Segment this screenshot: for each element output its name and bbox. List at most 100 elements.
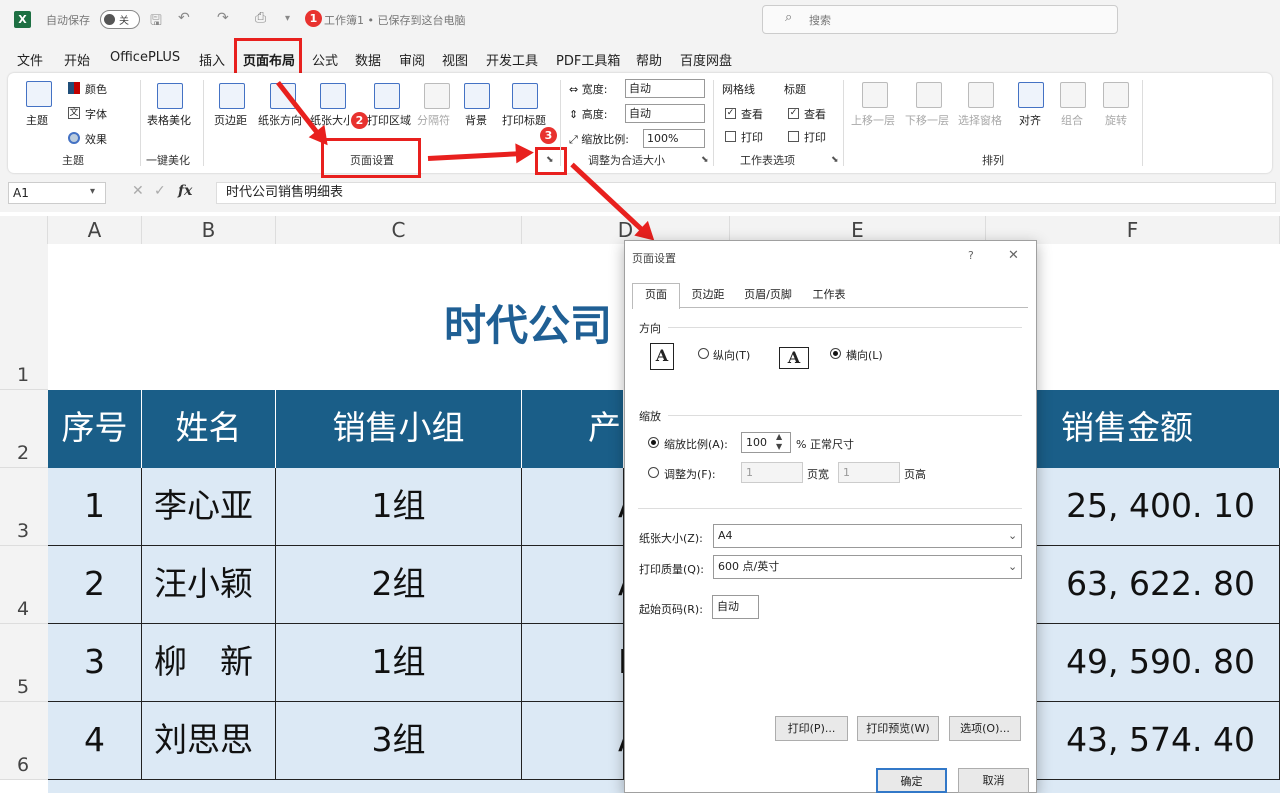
cell-group[interactable]: 1组 (276, 624, 522, 702)
group-button[interactable]: 组合 (1061, 112, 1083, 128)
file-name[interactable]: 工作簿1 • 已保存到这台电脑 (324, 12, 465, 28)
formula-input[interactable]: 时代公司销售明细表 (216, 182, 1276, 204)
customize-qat-icon[interactable]: ▾ (285, 13, 290, 24)
help-icon[interactable]: ? (968, 249, 974, 262)
background-button[interactable]: 背景 (465, 112, 487, 128)
undo-icon[interactable]: ↶ (178, 10, 190, 26)
fonts-button[interactable]: 字体 (85, 106, 107, 122)
gridlines-print-checkbox[interactable] (725, 131, 736, 142)
first-page-input[interactable]: 自动 (712, 595, 759, 619)
colors-button[interactable]: 颜色 (85, 81, 107, 97)
col-header-b[interactable]: B (142, 216, 276, 244)
quick-print-icon[interactable]: ⎙ (255, 10, 266, 26)
tab-file[interactable]: 文件 (17, 50, 43, 69)
header-cell-amount[interactable]: 销售金额 (1036, 390, 1280, 468)
dialog-tab-sheet[interactable]: 工作表 (804, 283, 854, 307)
cell-product[interactable]: A (522, 546, 624, 624)
print-preview-button[interactable]: 打印预览(W) (857, 716, 939, 741)
themes-button[interactable]: 主题 (26, 112, 48, 128)
cell-name[interactable]: 柳 新 (142, 624, 276, 702)
cancel-icon[interactable]: ✕ (132, 183, 144, 199)
header-cell-name[interactable]: 姓名 (142, 390, 276, 468)
cell-no[interactable]: 2 (48, 546, 142, 624)
tab-insert[interactable]: 插入 (199, 50, 225, 69)
tab-officeplus[interactable]: OfficePLUS (110, 50, 180, 65)
tab-review[interactable]: 审阅 (399, 50, 425, 69)
headings-print-checkbox[interactable] (788, 131, 799, 142)
dialog-tab-margins[interactable]: 页边距 (684, 283, 732, 307)
cell-product[interactable]: B (522, 624, 624, 702)
headings-view-checkbox[interactable]: ✓ (788, 108, 799, 119)
scale-launcher-icon[interactable]: ⬊ (701, 155, 709, 165)
cell-no[interactable]: 3 (48, 624, 142, 702)
cell-amount[interactable]: 43, 574. 40 (1036, 702, 1280, 780)
search-box[interactable]: ⌕ 搜索 (762, 5, 1118, 34)
tab-baidu-netdisk[interactable]: 百度网盘 (680, 50, 732, 69)
pages-tall-stepper[interactable]: 1 (838, 462, 900, 483)
height-select[interactable]: 自动 (625, 104, 705, 123)
sheet-options-launcher-icon[interactable]: ⬊ (831, 155, 839, 165)
cell-no[interactable]: 1 (48, 468, 142, 546)
row-header-2[interactable]: 2 (0, 390, 48, 468)
tab-home[interactable]: 开始 (64, 50, 90, 69)
insert-function-icon[interactable]: fx (178, 183, 192, 199)
cell-group[interactable]: 1组 (276, 468, 522, 546)
portrait-radio[interactable] (698, 348, 709, 359)
select-all-corner[interactable] (0, 216, 48, 244)
print-area-button[interactable]: 打印区域 (367, 112, 411, 128)
selection-pane-button[interactable]: 选择窗格 (958, 112, 1002, 128)
cell-product[interactable]: A (522, 468, 624, 546)
redo-icon[interactable]: ↷ (217, 10, 229, 26)
cell-name[interactable]: 汪小颖 (142, 546, 276, 624)
close-icon[interactable]: ✕ (1008, 248, 1019, 263)
align-button[interactable]: 对齐 (1019, 112, 1041, 128)
print-quality-select[interactable]: 600 点/英寸 (713, 555, 1022, 579)
print-button[interactable]: 打印(P)... (775, 716, 848, 741)
cell-amount[interactable]: 49, 590. 80 (1036, 624, 1280, 702)
paper-size-select[interactable]: A4 (713, 524, 1022, 548)
row-header-4[interactable]: 4 (0, 546, 48, 624)
cell-group[interactable]: 2组 (276, 546, 522, 624)
cell-no[interactable]: 4 (48, 702, 142, 780)
cell-name[interactable]: 李心亚 (142, 468, 276, 546)
name-box-dropdown-icon[interactable]: ▾ (90, 186, 95, 197)
send-backward-button[interactable]: 下移一层 (905, 112, 949, 128)
width-select[interactable]: 自动 (625, 79, 705, 98)
scale-stepper[interactable]: 100% (643, 129, 705, 148)
paper-size-chevron-down-icon[interactable]: ⌄ (1008, 529, 1017, 542)
size-button[interactable]: 纸张大小 (310, 112, 350, 128)
row-header-3[interactable]: 3 (0, 468, 48, 546)
orientation-button[interactable]: 纸张方向 (257, 112, 303, 128)
cell-amount[interactable]: 25, 400. 10 (1036, 468, 1280, 546)
gridlines-view-checkbox[interactable]: ✓ (725, 108, 736, 119)
enter-icon[interactable]: ✓ (154, 183, 166, 199)
options-button[interactable]: 选项(O)... (949, 716, 1021, 741)
cell-amount[interactable]: 63, 622. 80 (1036, 546, 1280, 624)
row-header-5[interactable]: 5 (0, 624, 48, 702)
save-icon[interactable]: 🖫 (150, 10, 162, 34)
fit-to-radio[interactable] (648, 467, 659, 478)
rotate-button[interactable]: 旋转 (1105, 112, 1127, 128)
row-header-6[interactable]: 6 (0, 702, 48, 780)
pages-wide-stepper[interactable]: 1 (741, 462, 803, 483)
col-header-c[interactable]: C (276, 216, 522, 244)
print-titles-button[interactable]: 打印标题 (502, 112, 546, 128)
adjust-to-stepper[interactable]: 100 (741, 432, 791, 453)
header-cell-no[interactable]: 序号 (48, 390, 142, 468)
bring-forward-button[interactable]: 上移一层 (851, 112, 895, 128)
col-header-a[interactable]: A (48, 216, 142, 244)
page-setup-launcher-icon[interactable]: ⬊ (546, 155, 554, 165)
cell-group[interactable]: 3组 (276, 702, 522, 780)
cancel-button[interactable]: 取消 (958, 768, 1029, 793)
autosave-toggle[interactable]: 关 (100, 10, 140, 29)
stepper-arrows-icon[interactable]: ▲ ▼ (776, 432, 782, 452)
dialog-tab-page[interactable]: 页面 (632, 283, 680, 309)
print-quality-chevron-down-icon[interactable]: ⌄ (1008, 560, 1017, 573)
cell-product[interactable]: A (522, 702, 624, 780)
ok-button[interactable]: 确定 (876, 768, 947, 793)
row-header-1[interactable]: 1 (0, 244, 48, 390)
adjust-to-radio[interactable] (648, 437, 659, 448)
cell-name[interactable]: 刘思思 (142, 702, 276, 780)
sheet-title[interactable]: 时代公司 (444, 292, 612, 353)
tab-view[interactable]: 视图 (442, 50, 468, 69)
